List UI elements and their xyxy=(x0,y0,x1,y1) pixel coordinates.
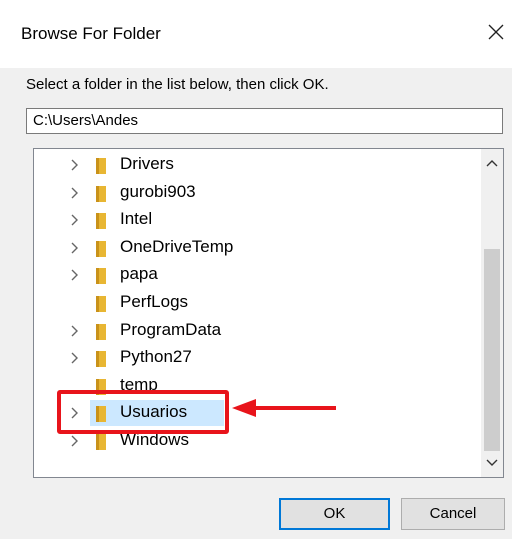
tree-item-drivers[interactable]: Drivers xyxy=(34,151,474,179)
tree-item-gurobi903[interactable]: gurobi903 xyxy=(34,179,474,207)
chevron-right-icon[interactable] xyxy=(69,240,81,256)
chevron-right-icon[interactable] xyxy=(69,350,81,366)
tree-item-label: Intel xyxy=(120,209,153,229)
tree-item-programdata[interactable]: ProgramData xyxy=(34,317,474,345)
chevron-right-icon[interactable] xyxy=(69,433,81,449)
folder-icon xyxy=(96,240,106,257)
vertical-scrollbar[interactable] xyxy=(481,149,503,477)
chevron-right-icon[interactable] xyxy=(69,267,81,283)
tree-item-intel[interactable]: Intel xyxy=(34,206,474,234)
tree-item-label: ProgramData xyxy=(120,319,222,339)
folder-icon xyxy=(96,434,106,450)
tree-item-onedrivetemp[interactable]: OneDriveTemp xyxy=(34,234,474,262)
folder-icon xyxy=(96,185,106,202)
instruction-text: Select a folder in the list below, then … xyxy=(26,76,329,93)
folder-icon xyxy=(96,323,106,340)
tree-item-label: Python27 xyxy=(120,347,192,367)
scrollbar-thumb[interactable] xyxy=(484,249,500,451)
tree-item-label: OneDriveTemp xyxy=(120,236,234,256)
chevron-up-icon[interactable] xyxy=(485,157,499,169)
close-icon[interactable] xyxy=(484,20,508,44)
chevron-right-icon[interactable] xyxy=(69,212,81,228)
browse-for-folder-dialog: Browse For Folder Select a folder in the… xyxy=(0,0,512,539)
chevron-right-icon[interactable] xyxy=(69,323,81,339)
tree-item-papa[interactable]: papa xyxy=(34,261,474,289)
cancel-button[interactable]: Cancel xyxy=(401,498,505,530)
tree-item-label: papa xyxy=(120,264,158,284)
folder-icon xyxy=(96,351,106,368)
tree-item-python27[interactable]: Python27 xyxy=(34,344,474,372)
folder-icon xyxy=(96,296,106,312)
annotation-arrow-icon xyxy=(232,399,336,417)
tree-item-label: Drivers xyxy=(120,154,174,173)
folder-icon xyxy=(96,268,106,285)
chevron-right-icon[interactable] xyxy=(69,185,81,201)
folder-path-field[interactable]: C:\Users\Andes xyxy=(26,108,503,134)
chevron-right-icon[interactable] xyxy=(69,157,81,173)
chevron-down-icon[interactable] xyxy=(485,457,499,469)
dialog-title: Browse For Folder xyxy=(21,24,161,43)
title-bar: Browse For Folder xyxy=(0,0,512,68)
tree-item-perflogs[interactable]: PerfLogs xyxy=(34,289,474,317)
tree-item-label: PerfLogs xyxy=(120,292,189,311)
tree-item-label: gurobi903 xyxy=(120,181,196,201)
folder-icon xyxy=(96,213,106,230)
ok-button[interactable]: OK xyxy=(279,498,390,530)
folder-icon xyxy=(96,158,106,174)
annotation-highlight-box xyxy=(57,390,229,434)
